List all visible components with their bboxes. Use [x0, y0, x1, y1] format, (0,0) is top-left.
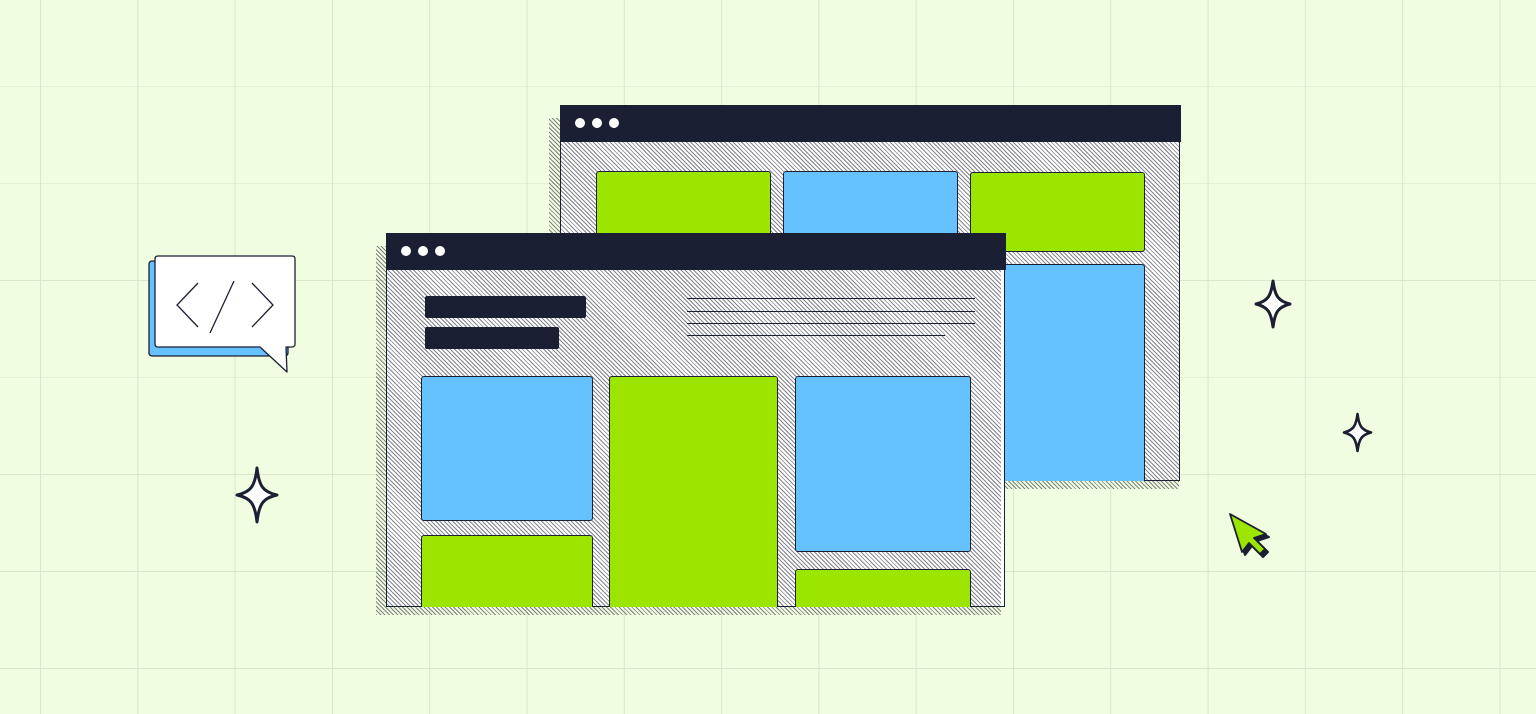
illustration-scene [0, 0, 1536, 714]
window-dot-icon [417, 246, 428, 256]
back-window-titlebar [559, 104, 1181, 142]
window-dot-icon [574, 118, 585, 128]
window-dot-icon [591, 118, 602, 128]
front-window-titlebar [385, 232, 1006, 270]
sparkle-icon [235, 466, 279, 524]
front-browser-window [376, 232, 1006, 615]
placeholder-text-line [687, 311, 975, 313]
sparkle-icon [1342, 412, 1373, 453]
content-block-green [795, 569, 971, 607]
placeholder-text-line [687, 335, 945, 337]
content-block-blue [421, 376, 593, 521]
content-block-blue [795, 376, 971, 552]
window-dot-icon [400, 246, 411, 256]
content-block-green [609, 376, 778, 607]
cursor-arrow-icon [1229, 513, 1270, 558]
content-block-green [421, 535, 593, 607]
window-dot-icon [434, 246, 445, 256]
sparkle-icon [1254, 279, 1292, 329]
placeholder-text-line [687, 298, 975, 300]
placeholder-subtitle-bar [425, 327, 559, 349]
window-dot-icon [608, 118, 619, 128]
placeholder-title-bar [425, 296, 586, 318]
placeholder-text-line [687, 323, 975, 325]
code-bubble [148, 255, 296, 373]
